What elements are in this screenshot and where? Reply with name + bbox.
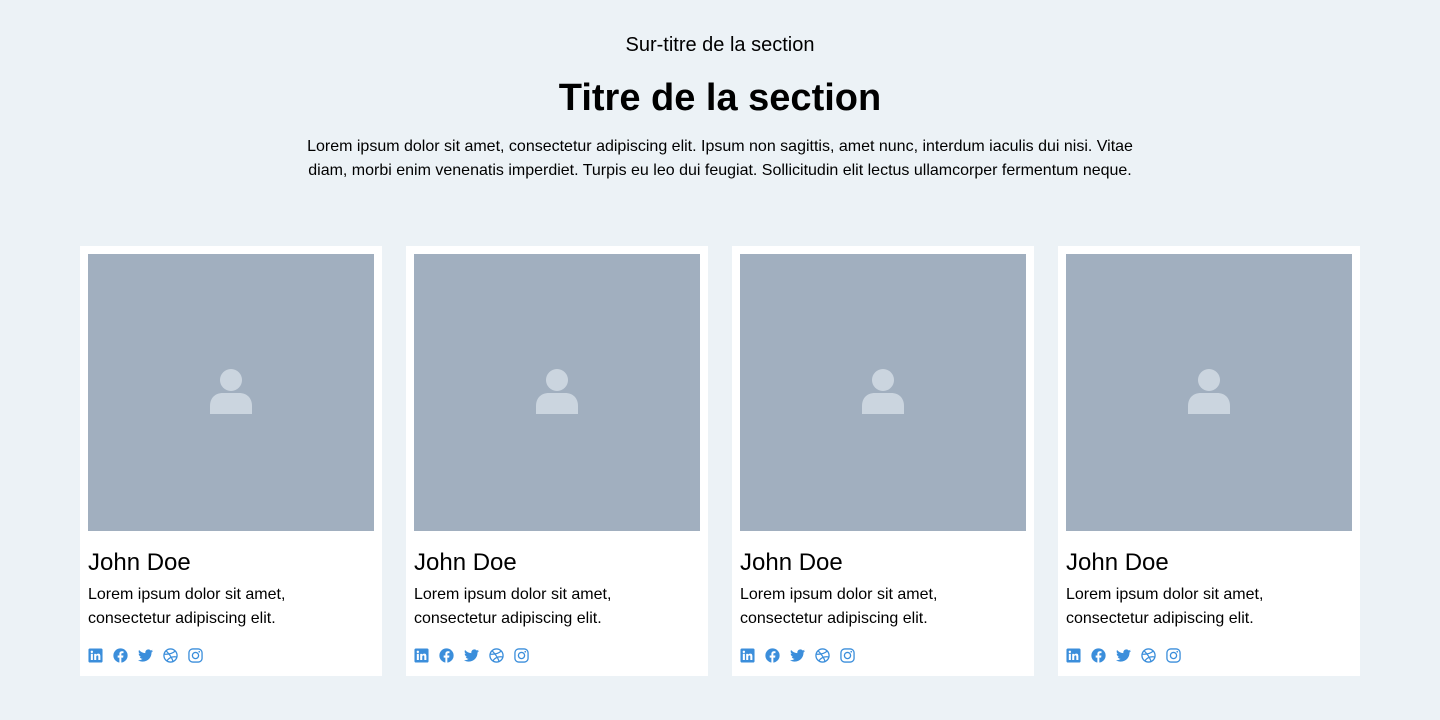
instagram-icon[interactable]	[1166, 648, 1181, 663]
user-placeholder-icon	[862, 369, 904, 414]
team-card-list: John Doe Lorem ipsum dolor sit amet, con…	[80, 246, 1360, 676]
user-placeholder-icon	[1188, 369, 1230, 414]
member-name: John Doe	[740, 549, 843, 576]
member-description: Lorem ipsum dolor sit amet, consectetur …	[88, 586, 286, 627]
social-links	[414, 648, 529, 663]
instagram-icon[interactable]	[188, 648, 203, 663]
facebook-icon[interactable]	[1091, 648, 1106, 663]
section-title: Titre de la section	[558, 77, 882, 119]
linkedin-icon[interactable]	[740, 648, 755, 663]
section-eyebrow: Sur-titre de la section	[625, 34, 815, 56]
member-name: John Doe	[414, 549, 517, 576]
dribbble-icon[interactable]	[815, 648, 830, 663]
dribbble-icon[interactable]	[1141, 648, 1156, 663]
member-name: John Doe	[1066, 549, 1169, 576]
social-links	[740, 648, 855, 663]
team-section: Sur-titre de la section Titre de la sect…	[0, 0, 1440, 720]
facebook-icon[interactable]	[439, 648, 454, 663]
facebook-icon[interactable]	[113, 648, 128, 663]
dribbble-icon[interactable]	[489, 648, 504, 663]
twitter-icon[interactable]	[138, 648, 153, 663]
member-photo	[88, 254, 374, 531]
twitter-icon[interactable]	[464, 648, 479, 663]
twitter-icon[interactable]	[1116, 648, 1131, 663]
team-card: John Doe Lorem ipsum dolor sit amet, con…	[732, 246, 1034, 676]
member-photo	[1066, 254, 1352, 531]
facebook-icon[interactable]	[765, 648, 780, 663]
team-card: John Doe Lorem ipsum dolor sit amet, con…	[80, 246, 382, 676]
instagram-icon[interactable]	[514, 648, 529, 663]
team-card: John Doe Lorem ipsum dolor sit amet, con…	[406, 246, 708, 676]
member-description: Lorem ipsum dolor sit amet, consectetur …	[414, 586, 612, 627]
user-placeholder-icon	[536, 369, 578, 414]
linkedin-icon[interactable]	[414, 648, 429, 663]
member-photo	[740, 254, 1026, 531]
instagram-icon[interactable]	[840, 648, 855, 663]
team-card: John Doe Lorem ipsum dolor sit amet, con…	[1058, 246, 1360, 676]
linkedin-icon[interactable]	[1066, 648, 1081, 663]
linkedin-icon[interactable]	[88, 648, 103, 663]
social-links	[1066, 648, 1181, 663]
social-links	[88, 648, 203, 663]
member-description: Lorem ipsum dolor sit amet, consectetur …	[740, 586, 938, 627]
member-name: John Doe	[88, 549, 191, 576]
section-intro: Lorem ipsum dolor sit amet, consectetur …	[307, 138, 1133, 179]
twitter-icon[interactable]	[790, 648, 805, 663]
member-description: Lorem ipsum dolor sit amet, consectetur …	[1066, 586, 1264, 627]
user-placeholder-icon	[210, 369, 252, 414]
dribbble-icon[interactable]	[163, 648, 178, 663]
section-header: Sur-titre de la section Titre de la sect…	[0, 0, 1440, 183]
member-photo	[414, 254, 700, 531]
